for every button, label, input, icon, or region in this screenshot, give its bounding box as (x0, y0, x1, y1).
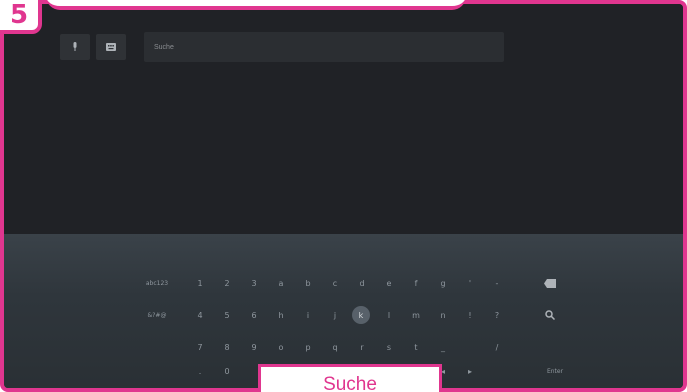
enter-key[interactable]: Enter (538, 362, 572, 380)
key-c[interactable]: c (325, 274, 345, 292)
key-5[interactable]: 5 (217, 306, 237, 324)
key-m[interactable]: m (406, 306, 426, 324)
search-input[interactable]: Suche (144, 32, 504, 62)
key-o[interactable]: o (271, 338, 291, 356)
key-b[interactable]: b (298, 274, 318, 292)
key-3[interactable]: 3 (244, 274, 264, 292)
key-8[interactable]: 8 (217, 338, 237, 356)
keyboard-toggle-button[interactable] (96, 34, 126, 60)
frame-top-decoration (46, 0, 466, 10)
search-icon (545, 310, 555, 320)
key-9[interactable]: 9 (244, 338, 264, 356)
key-l[interactable]: l (379, 306, 399, 324)
key--[interactable]: - (487, 274, 507, 292)
step-number: 5 (9, 0, 29, 30)
key-/[interactable]: / (487, 338, 507, 356)
key-f[interactable]: f (406, 274, 426, 292)
step-badge: 5 (0, 0, 42, 34)
key-'[interactable]: ' (460, 274, 480, 292)
microphone-icon (73, 42, 77, 51)
key-![interactable]: ! (460, 306, 480, 324)
key-e[interactable]: e (379, 274, 399, 292)
key-k[interactable]: k (352, 306, 370, 324)
tv-screen-frame: Suche abc123 &?#@ 1 2 3 a b c d e f g ' -4 5 6 h i j k l m n!?… (0, 0, 687, 392)
key-q[interactable]: q (325, 338, 345, 356)
key-p[interactable]: p (298, 338, 318, 356)
keyboard-icon (106, 43, 116, 51)
key-blank[interactable] (460, 338, 480, 356)
backspace-key[interactable] (540, 274, 560, 292)
key-s[interactable]: s (379, 338, 399, 356)
key-r[interactable]: r (352, 338, 372, 356)
mic-button[interactable] (60, 34, 90, 60)
key-d[interactable]: d (352, 274, 372, 292)
key-?[interactable]: ? (487, 306, 507, 324)
key-i[interactable]: i (298, 306, 318, 324)
search-placeholder: Suche (154, 43, 174, 51)
key-7[interactable]: 7 (190, 338, 210, 356)
key-j[interactable]: j (325, 306, 345, 324)
key-h[interactable]: h (271, 306, 291, 324)
key-4[interactable]: 4 (190, 306, 210, 324)
key-▸[interactable]: ▸ (460, 362, 480, 380)
backspace-icon (544, 278, 556, 288)
key-2[interactable]: 2 (217, 274, 237, 292)
caption-label: Suche (258, 364, 442, 392)
key-g[interactable]: g (433, 274, 453, 292)
key-n[interactable]: n (433, 306, 453, 324)
key-6[interactable]: 6 (244, 306, 264, 324)
caption-text: Suche (323, 373, 377, 392)
key-mode-abc123[interactable]: abc123 (140, 274, 174, 292)
key-t[interactable]: t (406, 338, 426, 356)
search-key[interactable] (540, 306, 560, 324)
key-0[interactable]: 0 (217, 362, 237, 380)
key-1[interactable]: 1 (190, 274, 210, 292)
key-a[interactable]: a (271, 274, 291, 292)
key-mode-symbols[interactable]: &?#@ (140, 306, 174, 324)
key-_[interactable]: _ (433, 338, 453, 356)
search-screen: Suche (4, 4, 683, 234)
key-.[interactable]: . (190, 362, 210, 380)
